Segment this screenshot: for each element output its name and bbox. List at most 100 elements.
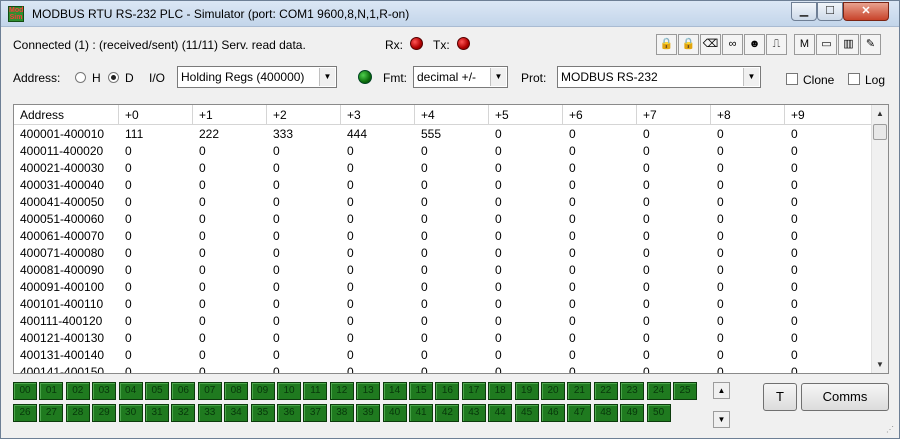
coil-scroll-up-icon[interactable]: ▲ (713, 382, 730, 399)
coil-button[interactable]: 25 (673, 382, 697, 400)
register-value-cell[interactable]: 0 (193, 160, 267, 177)
coil-button[interactable]: 02 (65, 382, 90, 400)
register-value-cell[interactable]: 0 (119, 313, 193, 330)
register-value-cell[interactable]: 0 (341, 245, 415, 262)
register-value-cell[interactable]: 0 (637, 160, 711, 177)
t-button[interactable]: T (763, 383, 797, 411)
coil-button[interactable]: 12 (329, 382, 354, 400)
coil-button[interactable]: 48 (593, 404, 618, 422)
register-value-cell[interactable]: 0 (711, 126, 785, 143)
register-value-cell[interactable]: 0 (637, 347, 711, 364)
coil-button[interactable]: 42 (435, 404, 460, 422)
register-value-cell[interactable]: 0 (489, 211, 563, 228)
register-value-cell[interactable]: 0 (415, 177, 489, 194)
register-value-cell[interactable]: 0 (563, 126, 637, 143)
coil-button[interactable]: 40 (382, 404, 407, 422)
coil-button[interactable]: 06 (171, 382, 196, 400)
register-value-cell[interactable]: 0 (563, 211, 637, 228)
register-value-cell[interactable]: 0 (267, 347, 341, 364)
register-value-cell[interactable]: 0 (711, 347, 785, 364)
register-value-cell[interactable]: 0 (267, 211, 341, 228)
grid-vertical-scrollbar[interactable]: ▲ ▼ (871, 105, 888, 373)
coil-button[interactable]: 00 (13, 382, 37, 400)
coil-button[interactable]: 33 (197, 404, 222, 422)
register-value-cell[interactable]: 0 (415, 279, 489, 296)
register-value-cell[interactable]: 0 (341, 177, 415, 194)
register-value-cell[interactable]: 0 (489, 296, 563, 313)
register-value-cell[interactable]: 0 (489, 194, 563, 211)
register-value-cell[interactable]: 0 (563, 262, 637, 279)
register-value-cell[interactable]: 0 (637, 126, 711, 143)
register-value-cell[interactable]: 0 (193, 245, 267, 262)
minimize-button[interactable]: ▁ (791, 2, 817, 21)
register-value-cell[interactable]: 0 (711, 262, 785, 279)
register-value-cell[interactable]: 0 (341, 364, 415, 373)
register-value-cell[interactable]: 0 (563, 330, 637, 347)
register-value-cell[interactable]: 0 (637, 364, 711, 373)
register-value-cell[interactable]: 0 (119, 194, 193, 211)
register-value-cell[interactable]: 0 (341, 296, 415, 313)
register-value-cell[interactable]: 0 (711, 296, 785, 313)
columns-icon[interactable]: ▥ (838, 34, 859, 55)
column-header-offset[interactable]: +9 (785, 105, 872, 125)
register-value-cell[interactable]: 0 (415, 330, 489, 347)
register-value-cell[interactable]: 0 (415, 313, 489, 330)
coil-button[interactable]: 44 (488, 404, 513, 422)
register-value-cell[interactable]: 0 (711, 177, 785, 194)
register-value-cell[interactable]: 0 (119, 262, 193, 279)
register-value-cell[interactable]: 0 (341, 228, 415, 245)
register-value-cell[interactable]: 0 (563, 194, 637, 211)
register-value-cell[interactable]: 111 (119, 126, 193, 143)
register-value-cell[interactable]: 0 (563, 279, 637, 296)
register-value-cell[interactable]: 0 (341, 347, 415, 364)
register-value-cell[interactable]: 0 (563, 313, 637, 330)
register-value-cell[interactable]: 0 (415, 347, 489, 364)
register-value-cell[interactable]: 0 (489, 347, 563, 364)
column-header-address[interactable]: Address (14, 105, 119, 125)
register-value-cell[interactable]: 0 (637, 177, 711, 194)
log-checkbox[interactable] (848, 73, 860, 85)
comms-button[interactable]: Comms (801, 383, 889, 411)
register-value-cell[interactable]: 0 (489, 228, 563, 245)
register-value-cell[interactable]: 0 (489, 177, 563, 194)
column-header-offset[interactable]: +7 (637, 105, 711, 125)
chevron-down-icon[interactable]: ▼ (490, 68, 506, 86)
register-value-cell[interactable]: 0 (711, 313, 785, 330)
register-value-cell[interactable]: 0 (563, 228, 637, 245)
register-value-cell[interactable]: 0 (415, 262, 489, 279)
register-value-cell[interactable]: 0 (785, 160, 872, 177)
register-value-cell[interactable]: 0 (785, 330, 872, 347)
coil-button[interactable]: 32 (171, 404, 196, 422)
register-value-cell[interactable]: 0 (785, 228, 872, 245)
register-value-cell[interactable]: 0 (785, 245, 872, 262)
register-value-cell[interactable]: 444 (341, 126, 415, 143)
register-value-cell[interactable]: 0 (415, 245, 489, 262)
register-value-cell[interactable]: 0 (785, 143, 872, 160)
coil-button[interactable]: 20 (541, 382, 565, 400)
register-value-cell[interactable]: 0 (415, 194, 489, 211)
coil-button[interactable]: 21 (567, 382, 592, 400)
coil-button[interactable]: 45 (514, 404, 539, 422)
coil-button[interactable]: 11 (303, 382, 328, 400)
register-value-cell[interactable]: 0 (341, 262, 415, 279)
coil-button[interactable]: 17 (461, 382, 486, 400)
register-value-cell[interactable]: 0 (711, 245, 785, 262)
register-value-cell[interactable]: 0 (489, 143, 563, 160)
coil-button[interactable]: 41 (409, 404, 433, 422)
register-value-cell[interactable]: 0 (637, 262, 711, 279)
coil-button[interactable]: 23 (620, 382, 645, 400)
column-header-offset[interactable]: +4 (415, 105, 489, 125)
register-value-cell[interactable]: 0 (489, 313, 563, 330)
coil-button[interactable]: 37 (303, 404, 328, 422)
coil-button[interactable]: 30 (118, 404, 143, 422)
register-value-cell[interactable]: 555 (415, 126, 489, 143)
coil-button[interactable]: 29 (92, 404, 117, 422)
register-value-cell[interactable]: 0 (119, 347, 193, 364)
register-value-cell[interactable]: 0 (415, 160, 489, 177)
register-value-cell[interactable]: 0 (267, 313, 341, 330)
register-value-cell[interactable]: 0 (785, 296, 872, 313)
register-value-cell[interactable]: 0 (119, 364, 193, 373)
register-value-cell[interactable]: 0 (637, 330, 711, 347)
register-value-cell[interactable]: 0 (119, 228, 193, 245)
column-header-offset[interactable]: +2 (267, 105, 341, 125)
